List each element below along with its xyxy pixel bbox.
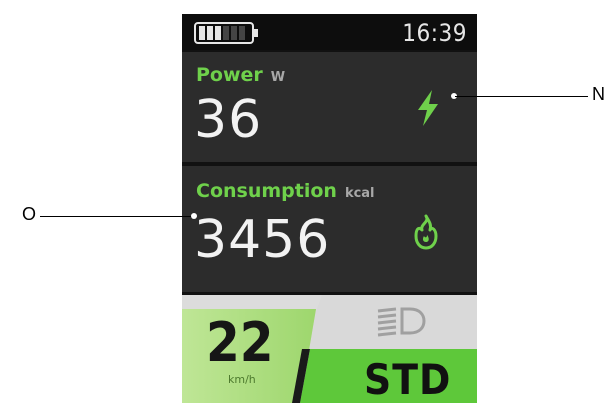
consumption-unit: kcal [344,186,375,201]
bottom-panel: 22 km/h STD [182,295,477,403]
power-title: Power W [196,64,285,86]
consumption-value: 3456 [194,210,331,270]
headlight-icon[interactable] [372,301,428,341]
lightning-bolt-icon [418,90,438,126]
clock: 16:39 [402,19,467,47]
power-unit: W [270,70,286,85]
speed-unit: km/h [228,373,256,386]
power-card: Power W 36 [182,52,477,162]
callout-o-line [40,216,193,217]
flame-icon [414,214,438,250]
battery-icon [194,22,258,44]
mode-label[interactable]: STD [364,355,451,403]
callout-o-label: O [22,204,37,224]
display-screen: 16:39 Power W 36 Consumption kcal 3456 2… [182,14,477,403]
callout-n-line [455,96,588,97]
power-label: Power [196,64,263,86]
speed-value: 22 [206,311,274,374]
power-value: 36 [194,90,263,150]
consumption-label: Consumption [196,180,337,202]
status-bar: 16:39 [182,14,477,50]
consumption-title: Consumption kcal [196,180,375,202]
callout-n-label: N [592,84,605,104]
consumption-card: Consumption kcal 3456 [182,166,477,292]
callout-o-dot [191,213,197,219]
